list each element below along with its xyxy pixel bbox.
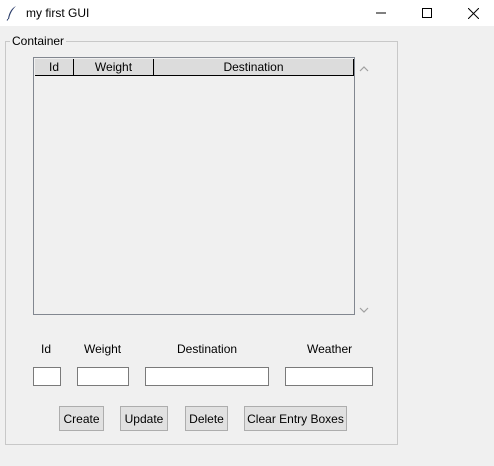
- weight-label: Weight: [84, 342, 122, 356]
- id-input[interactable]: [33, 367, 61, 386]
- scroll-down-button[interactable]: [359, 303, 369, 313]
- scroll-up-button[interactable]: [359, 62, 369, 72]
- chevron-up-icon: [359, 66, 369, 72]
- weather-label: Weather: [307, 342, 353, 356]
- maximize-icon: [422, 8, 432, 18]
- minimize-icon: [376, 12, 386, 14]
- destination-input[interactable]: [145, 367, 269, 386]
- create-button[interactable]: Create: [59, 406, 104, 431]
- destination-label: Destination: [177, 342, 238, 356]
- container-label: Container: [10, 34, 67, 48]
- close-icon: [467, 7, 479, 19]
- table-header: Id Weight Destination: [35, 59, 354, 76]
- update-button[interactable]: Update: [120, 406, 168, 431]
- records-table[interactable]: Id Weight Destination: [33, 57, 355, 315]
- title-bar: my first GUI: [0, 0, 494, 26]
- weather-input[interactable]: [285, 367, 373, 386]
- close-button[interactable]: [450, 0, 494, 26]
- id-label: Id: [41, 342, 52, 356]
- window-title: my first GUI: [26, 6, 90, 20]
- column-header-destination[interactable]: Destination: [154, 59, 354, 76]
- maximize-button[interactable]: [404, 0, 450, 26]
- feather-icon: [6, 5, 18, 21]
- delete-button[interactable]: Delete: [185, 406, 228, 431]
- column-header-weight[interactable]: Weight: [74, 59, 154, 76]
- chevron-down-icon: [359, 307, 369, 313]
- clear-entry-boxes-button[interactable]: Clear Entry Boxes: [244, 406, 347, 431]
- column-header-id[interactable]: Id: [35, 59, 74, 76]
- weight-input[interactable]: [77, 367, 129, 386]
- minimize-button[interactable]: [358, 0, 404, 26]
